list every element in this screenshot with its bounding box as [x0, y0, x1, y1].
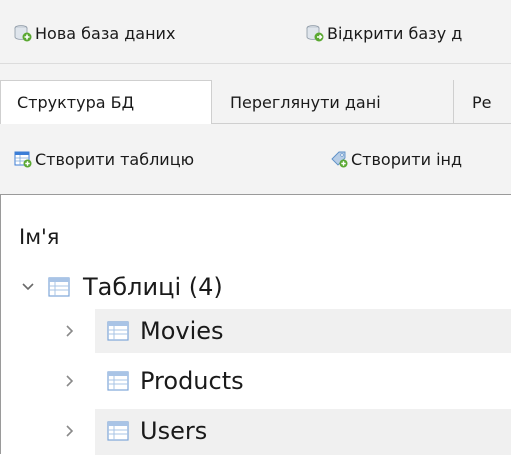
table-icon [107, 321, 129, 341]
main-toolbar: Нова база даних Відкрити базу д [0, 0, 511, 64]
table-icon [107, 371, 129, 391]
create-index-button[interactable]: Створити інд [330, 146, 462, 172]
create-table-label: Створити таблицю [35, 149, 195, 169]
chevron-right-icon[interactable] [63, 424, 77, 438]
db-structure-tree[interactable]: Ім'я Таблиці (4) Movies Products Users [0, 194, 511, 455]
open-database-icon [306, 25, 324, 42]
name-column-header[interactable]: Ім'я [19, 225, 59, 249]
chevron-right-icon[interactable] [63, 374, 77, 388]
table-name-label: Users [140, 417, 208, 445]
chevron-right-icon[interactable] [63, 324, 77, 338]
new-database-icon [14, 25, 32, 42]
create-table-button[interactable]: Створити таблицю [14, 146, 194, 172]
create-index-label: Створити інд [351, 149, 463, 169]
chevron-down-icon[interactable] [21, 280, 35, 294]
tab-browse-data[interactable]: Переглянути дані [212, 80, 454, 124]
structure-toolbar: Створити таблицю Створити інд [0, 124, 511, 194]
tab-browse-data-label: Переглянути дані [230, 92, 381, 112]
tree-node-table[interactable]: Movies [1, 309, 511, 353]
tree-node-table[interactable]: Users [1, 409, 511, 455]
create-index-icon [331, 151, 348, 168]
new-database-button[interactable]: Нова база даних [14, 20, 175, 46]
create-table-icon [14, 151, 32, 168]
table-name-label: Movies [140, 317, 224, 345]
tab-edit-pragmas[interactable]: Ре [454, 80, 511, 124]
tab-edit-pragmas-label: Ре [472, 92, 492, 112]
tab-bar: Структура БД Переглянути дані Ре [0, 64, 511, 125]
tab-db-structure[interactable]: Структура БД [0, 80, 212, 125]
open-database-button[interactable]: Відкрити базу д [306, 20, 462, 46]
new-database-label: Нова база даних [35, 23, 176, 43]
table-icon [48, 277, 70, 297]
tree-node-table[interactable]: Products [1, 359, 511, 403]
tab-db-structure-label: Структура БД [17, 93, 135, 112]
table-name-label: Products [140, 367, 244, 395]
table-icon [107, 421, 129, 441]
tree-node-tables-label: Таблиці (4) [83, 273, 223, 301]
open-database-label: Відкрити базу д [327, 23, 463, 43]
tree-node-tables[interactable]: Таблиці (4) [1, 265, 511, 309]
